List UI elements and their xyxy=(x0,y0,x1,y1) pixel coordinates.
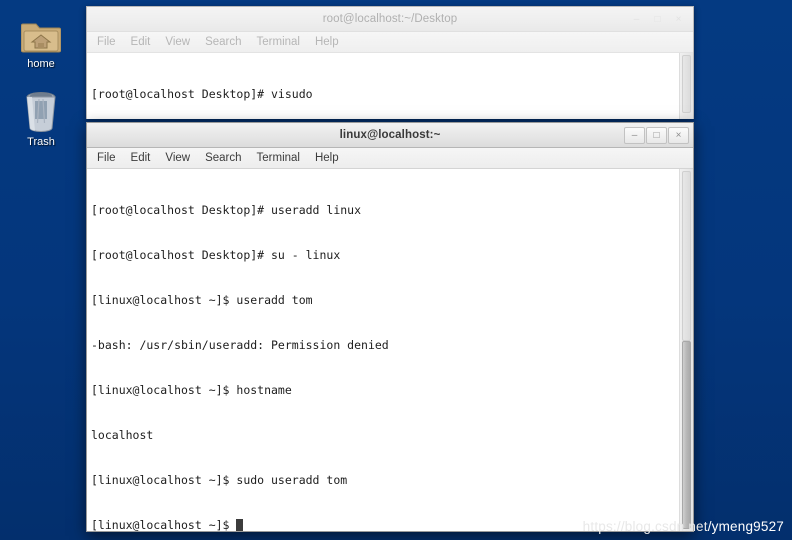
terminal-line: -bash: /usr/sbin/useradd: Permission den… xyxy=(91,338,389,352)
window-linux-terminal[interactable]: linux@localhost:~ – □ × File Edit View S… xyxy=(86,122,694,532)
scrollbar-thumb[interactable] xyxy=(682,55,691,113)
close-icon[interactable]: × xyxy=(668,11,689,28)
menu-item-search[interactable]: Search xyxy=(205,36,241,48)
watermark-user: /ymeng9527 xyxy=(707,519,784,534)
terminal-line: localhost xyxy=(91,428,154,442)
trash-can-icon xyxy=(4,88,78,132)
window-controls-linux[interactable]: – □ × xyxy=(623,123,689,148)
menu-item-view[interactable]: View xyxy=(165,152,190,164)
terminal-prompt: [linux@localhost ~]$ xyxy=(91,518,237,531)
menu-item-terminal[interactable]: Terminal xyxy=(257,152,300,164)
terminal-cursor xyxy=(236,519,244,531)
home-folder-icon xyxy=(4,10,78,54)
menubar-linux-terminal[interactable]: File Edit View Search Terminal Help xyxy=(87,148,693,169)
menu-item-file[interactable]: File xyxy=(97,152,116,164)
maximize-icon[interactable]: □ xyxy=(646,127,667,144)
terminal-line: [linux@localhost ~]$ useradd tom xyxy=(91,293,313,307)
menu-item-view[interactable]: View xyxy=(165,36,190,48)
titlebar-linux-terminal[interactable]: linux@localhost:~ – □ × xyxy=(87,123,693,148)
desktop-icon-trash-label: Trash xyxy=(27,136,55,148)
menu-item-help[interactable]: Help xyxy=(315,36,339,48)
menu-item-file[interactable]: File xyxy=(97,36,116,48)
minimize-icon[interactable]: – xyxy=(626,11,647,28)
terminal-line: [linux@localhost ~]$ hostname xyxy=(91,383,292,397)
scrollbar-linux-terminal[interactable] xyxy=(679,169,693,531)
minimize-icon[interactable]: – xyxy=(624,127,645,144)
terminal-line: [root@localhost Desktop]# visudo xyxy=(91,87,313,101)
desktop-icon-home-label: home xyxy=(27,58,55,70)
titlebar-root-terminal[interactable]: root@localhost:~/Desktop – □ × xyxy=(87,7,693,32)
close-icon[interactable]: × xyxy=(668,127,689,144)
terminal-line: [root@localhost Desktop]# su - linux xyxy=(91,248,341,262)
desktop-icon-trash[interactable]: Trash xyxy=(4,88,78,148)
menu-item-help[interactable]: Help xyxy=(315,152,339,164)
desktop-icon-home[interactable]: home xyxy=(4,10,78,70)
menu-item-terminal[interactable]: Terminal xyxy=(257,36,300,48)
scrollbar-thumb-upper[interactable] xyxy=(682,171,691,341)
menu-item-search[interactable]: Search xyxy=(205,152,241,164)
maximize-icon[interactable]: □ xyxy=(647,11,668,28)
window-root-terminal[interactable]: root@localhost:~/Desktop – □ × File Edit… xyxy=(86,6,694,119)
window-title-linux: linux@localhost:~ xyxy=(339,129,441,141)
terminal-output-linux[interactable]: [root@localhost Desktop]# useradd linux … xyxy=(87,169,693,531)
window-controls-root[interactable]: – □ × xyxy=(626,7,689,32)
scrollbar-root-terminal[interactable] xyxy=(679,53,693,119)
desktop: home Trash root@localhost:~/Desktop – □ … xyxy=(0,0,792,540)
terminal-line: [root@localhost Desktop]# useradd linux xyxy=(91,203,362,217)
menu-item-edit[interactable]: Edit xyxy=(131,152,151,164)
terminal-prompt-line: [linux@localhost ~]$ xyxy=(91,518,693,531)
terminal-output-root[interactable]: [root@localhost Desktop]# visudo visudo:… xyxy=(87,53,693,119)
window-title-root: root@localhost:~/Desktop xyxy=(322,13,458,25)
menubar-root-terminal[interactable]: File Edit View Search Terminal Help xyxy=(87,32,693,53)
terminal-line: [linux@localhost ~]$ sudo useradd tom xyxy=(91,473,348,487)
scrollbar-thumb[interactable] xyxy=(682,341,691,529)
menu-item-edit[interactable]: Edit xyxy=(131,36,151,48)
